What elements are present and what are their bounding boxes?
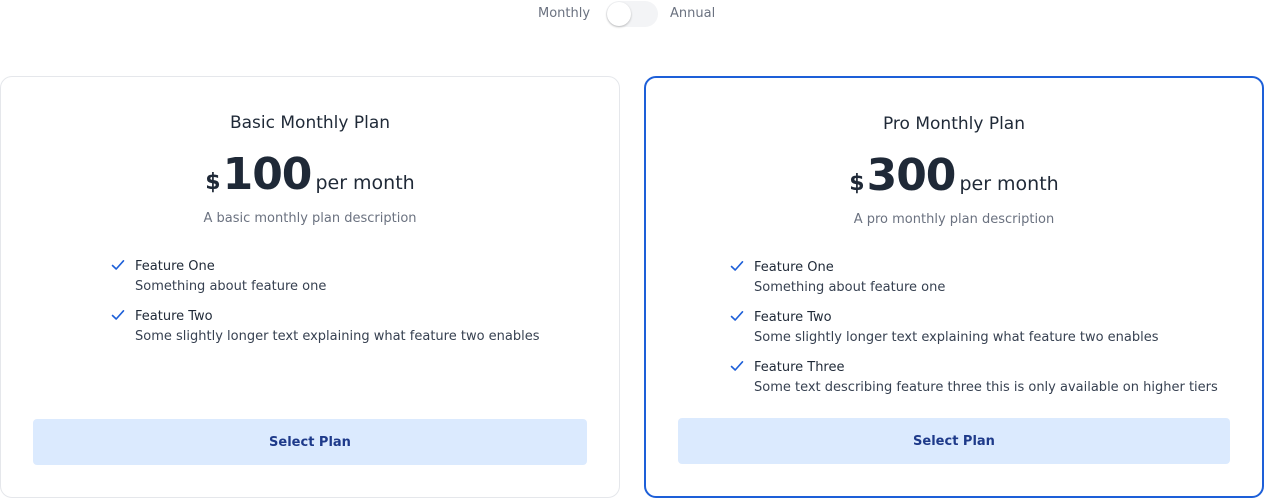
select-plan-button-pro[interactable]: Select Plan	[678, 418, 1230, 464]
feature-name: Feature Two	[754, 310, 832, 325]
feature-name: Feature One	[754, 260, 834, 275]
currency-symbol: $	[849, 171, 865, 196]
feature-list: Feature One Something about feature one …	[111, 257, 540, 357]
plan-description: A pro monthly plan description	[853, 212, 1055, 227]
price-amount: 300	[866, 150, 957, 201]
plan-title: Pro Monthly Plan	[882, 114, 1025, 134]
feature-detail: Some slightly longer text explaining wha…	[135, 329, 540, 344]
feature-detail: Something about feature one	[135, 279, 327, 294]
feature-detail: Some slightly longer text explaining wha…	[754, 330, 1159, 345]
check-icon	[730, 311, 744, 321]
select-plan-button-basic[interactable]: Select Plan	[33, 419, 587, 465]
plan-card-basic: Basic Monthly Plan $100 per month A basic…	[0, 76, 620, 498]
billing-toggle: Monthly Annual	[0, 0, 1264, 30]
feature-name: Feature One	[135, 259, 215, 274]
plan-card-pro: Pro Monthly Plan $300 per month A pro mon…	[644, 76, 1264, 498]
check-icon	[730, 261, 744, 271]
check-icon	[111, 260, 125, 270]
billing-period-switch[interactable]	[606, 1, 658, 27]
price-period: per month	[315, 172, 415, 194]
price-amount: 100	[222, 149, 313, 200]
currency-symbol: $	[205, 170, 221, 195]
switch-knob	[607, 2, 631, 26]
feature-item: Feature Three Some text describing featu…	[730, 358, 1218, 398]
feature-detail: Some text describing feature three this …	[754, 380, 1218, 395]
feature-item: Feature Two Some slightly longer text ex…	[730, 308, 1218, 348]
feature-item: Feature Two Some slightly longer text ex…	[111, 307, 540, 347]
price-period: per month	[959, 173, 1059, 195]
feature-name: Feature Three	[754, 360, 845, 375]
feature-name: Feature Two	[135, 309, 213, 324]
annual-label[interactable]: Annual	[670, 6, 715, 21]
feature-detail: Something about feature one	[754, 280, 946, 295]
plan-title: Basic Monthly Plan	[229, 113, 391, 133]
monthly-label[interactable]: Monthly	[538, 6, 590, 21]
feature-list: Feature One Something about feature one …	[730, 258, 1218, 408]
feature-item: Feature One Something about feature one	[730, 258, 1218, 298]
price: $300 per month	[646, 150, 1262, 201]
plan-description: A basic monthly plan description	[203, 211, 417, 226]
check-icon	[111, 310, 125, 320]
price: $100 per month	[1, 149, 619, 200]
feature-item: Feature One Something about feature one	[111, 257, 540, 297]
check-icon	[730, 361, 744, 371]
